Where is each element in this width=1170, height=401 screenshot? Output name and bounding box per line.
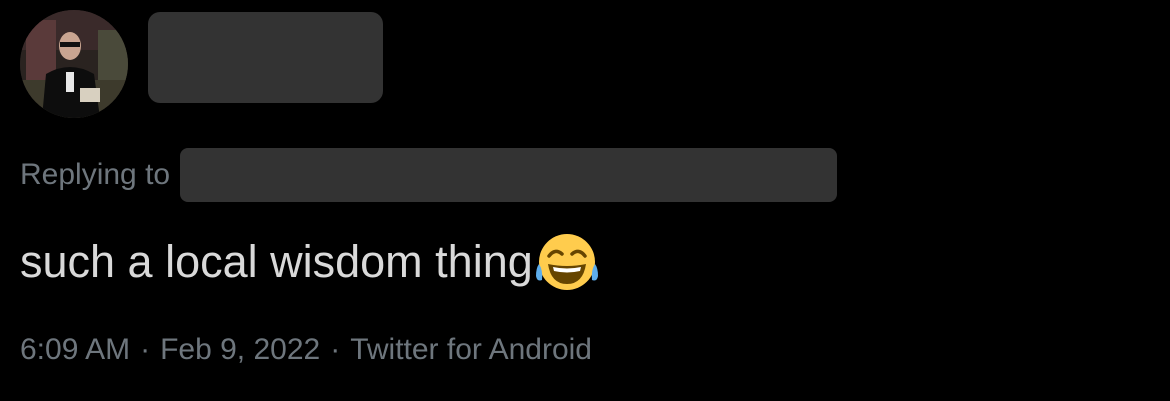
meta-separator: ·	[140, 333, 151, 366]
avatar-photo	[20, 10, 128, 118]
tears-of-joy-emoji-icon	[535, 230, 599, 294]
tweet-metadata: 6:09 AM · Feb 9, 2022 · Twitter for Andr…	[20, 328, 592, 372]
meta-separator: ·	[330, 333, 341, 366]
tweet-time[interactable]: 6:09 AM	[20, 333, 130, 367]
redacted-reply-handle	[180, 148, 838, 202]
tweet-text: such a local wisdom thing	[20, 236, 533, 287]
tweet-body: such a local wisdom thing	[20, 222, 599, 302]
replying-to-row: Replying to	[20, 148, 838, 202]
tweet-source-link[interactable]: Twitter for Android	[350, 333, 592, 367]
author-avatar[interactable]	[20, 10, 128, 118]
tweet-date[interactable]: Feb 9, 2022	[160, 333, 320, 367]
replying-to-label: Replying to	[20, 158, 171, 191]
redacted-author-name	[148, 12, 383, 103]
